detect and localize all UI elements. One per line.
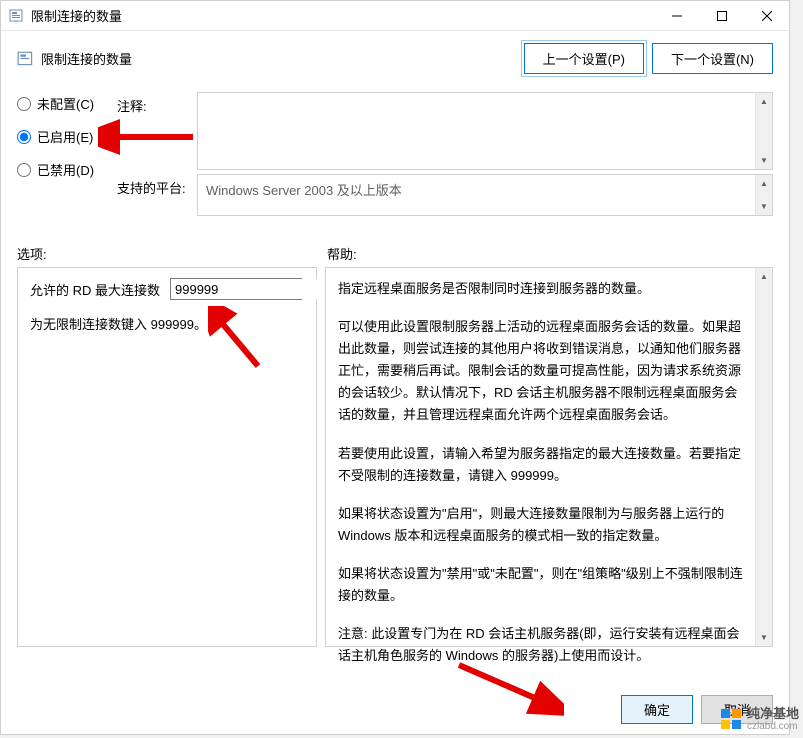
scroll-up-icon[interactable]: ▲	[756, 93, 772, 110]
supported-box: Windows Server 2003 及以上版本 ▲ ▼	[197, 174, 773, 216]
help-header: 帮助:	[327, 244, 357, 263]
radio-label: 未配置(C)	[37, 94, 94, 113]
radio-input-not-configured[interactable]	[17, 97, 31, 111]
comment-row: 注释: ▲ ▼	[117, 92, 773, 170]
content-area: 限制连接的数量 上一个设置(P) 下一个设置(N) 未配置(C) 已启用(E) …	[1, 31, 789, 659]
watermark-logo-icon	[719, 707, 743, 731]
header-row: 限制连接的数量 上一个设置(P) 下一个设置(N)	[17, 43, 773, 74]
radio-column: 未配置(C) 已启用(E) 已禁用(D)	[17, 92, 117, 193]
radio-not-configured[interactable]: 未配置(C)	[17, 94, 117, 113]
radio-input-disabled[interactable]	[17, 163, 31, 177]
options-header: 选项:	[17, 244, 327, 263]
comment-textarea[interactable]	[198, 93, 755, 169]
radio-disabled[interactable]: 已禁用(D)	[17, 160, 117, 179]
previous-setting-button[interactable]: 上一个设置(P)	[524, 43, 644, 74]
ok-button[interactable]: 确定	[621, 695, 693, 724]
help-text: 指定远程桌面服务是否限制同时连接到服务器的数量。 可以使用此设置限制服务器上活动…	[338, 278, 760, 667]
next-setting-button[interactable]: 下一个设置(N)	[652, 43, 773, 74]
minimize-button[interactable]	[654, 2, 699, 30]
supported-label: 支持的平台:	[117, 174, 197, 216]
supported-value: Windows Server 2003 及以上版本	[206, 183, 402, 198]
help-p6: 注意: 此设置专门为在 RD 会话主机服务器(即，运行安装有远程桌面会话主机角色…	[338, 623, 746, 667]
scroll-up-icon[interactable]: ▲	[756, 268, 772, 285]
radio-label: 已启用(E)	[37, 127, 93, 146]
radio-input-enabled[interactable]	[17, 130, 31, 144]
watermark-name: 纯净基地	[747, 707, 799, 721]
scroll-down-icon[interactable]: ▼	[756, 152, 772, 169]
options-hint: 为无限制连接数键入 999999。	[30, 314, 304, 333]
panels: 允许的 RD 最大连接数 ▲ ▼ 为无限制连接数键入 999999。 指定远程桌…	[17, 267, 773, 647]
policy-icon	[17, 50, 35, 68]
scrollbar[interactable]: ▲ ▼	[755, 175, 772, 215]
help-p1: 指定远程桌面服务是否限制同时连接到服务器的数量。	[338, 278, 746, 300]
window-controls	[654, 2, 789, 30]
max-conn-row: 允许的 RD 最大连接数 ▲ ▼	[30, 278, 304, 300]
supported-row: 支持的平台: Windows Server 2003 及以上版本 ▲ ▼	[117, 174, 773, 216]
watermark-url: czlabd.com	[747, 721, 799, 732]
scroll-down-icon[interactable]: ▼	[756, 198, 772, 215]
radio-enabled[interactable]: 已启用(E)	[17, 127, 117, 146]
max-conn-stepper: ▲ ▼	[170, 278, 302, 300]
maximize-button[interactable]	[699, 2, 744, 30]
scrollbar[interactable]: ▲ ▼	[755, 93, 772, 169]
help-p3: 若要使用此设置，请输入希望为服务器指定的最大连接数量。若要指定不受限制的连接数量…	[338, 443, 746, 487]
options-panel: 允许的 RD 最大连接数 ▲ ▼ 为无限制连接数键入 999999。	[17, 267, 317, 647]
close-button[interactable]	[744, 2, 789, 30]
titlebar: 限制连接的数量	[1, 1, 789, 31]
page-title: 限制连接的数量	[41, 49, 516, 68]
policy-dialog: 限制连接的数量 限制连接的数量 上一个设置(P) 下一个设置(N)	[0, 0, 790, 735]
radio-label: 已禁用(D)	[37, 160, 94, 179]
help-p4: 如果将状态设置为"启用"，则最大连接数量限制为与服务器上运行的 Windows …	[338, 503, 746, 547]
scrollbar[interactable]: ▲ ▼	[755, 268, 772, 646]
status-row: 未配置(C) 已启用(E) 已禁用(D) 注释: ▲	[17, 92, 773, 220]
comment-box: ▲ ▼	[197, 92, 773, 170]
help-p5: 如果将状态设置为"禁用"或"未配置"，则在"组策略"级别上不强制限制连接的数量。	[338, 563, 746, 607]
help-panel: 指定远程桌面服务是否限制同时连接到服务器的数量。 可以使用此设置限制服务器上活动…	[325, 267, 773, 647]
comment-label: 注释:	[117, 92, 197, 170]
max-conn-label: 允许的 RD 最大连接数	[30, 280, 160, 299]
watermark: 纯净基地 czlabd.com	[719, 707, 799, 732]
scroll-up-icon[interactable]: ▲	[756, 175, 772, 192]
details-column: 注释: ▲ ▼ 支持的平台: Windows Server 2003 及以上版本	[117, 92, 773, 220]
section-headers: 选项: 帮助:	[17, 244, 773, 263]
help-p2: 可以使用此设置限制服务器上活动的远程桌面服务会话的数量。如果超出此数量，则尝试连…	[338, 316, 746, 426]
window-title: 限制连接的数量	[31, 6, 654, 25]
policy-icon	[9, 8, 25, 24]
scroll-down-icon[interactable]: ▼	[756, 629, 772, 646]
